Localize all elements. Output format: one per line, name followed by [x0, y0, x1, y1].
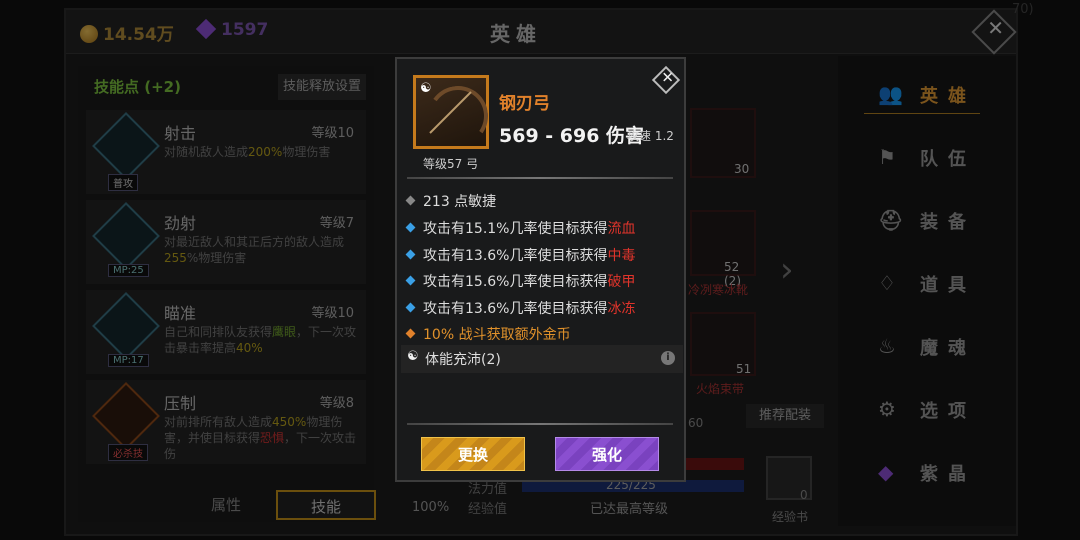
- item-damage: 569 - 696 伤害: [499, 125, 645, 147]
- yin-yang-icon: ☯: [420, 81, 432, 96]
- diamond-bullet-icon: [405, 275, 416, 286]
- yin-yang-icon: ☯: [407, 349, 419, 364]
- divider: [407, 177, 673, 179]
- item-effect: 攻击有15.6%几率使目标获得破甲: [405, 271, 635, 291]
- item-attack-speed: 攻速 1.2: [627, 129, 674, 143]
- diamond-bullet-icon: [405, 328, 416, 339]
- diamond-bullet-icon: [405, 249, 416, 260]
- set-bonus-row[interactable]: ☯ 体能充沛(2) i: [401, 345, 683, 373]
- upgrade-button[interactable]: 强化: [555, 437, 659, 471]
- item-level: 等级57 弓: [423, 157, 479, 171]
- swap-button[interactable]: 更换: [421, 437, 525, 471]
- diamond-bullet-icon: [405, 195, 416, 206]
- bow-icon: [423, 81, 493, 151]
- item-effect: 攻击有13.6%几率使目标获得中毒: [405, 245, 635, 265]
- item-stat: 213 点敏捷: [405, 191, 496, 211]
- item-effect: 攻击有15.1%几率使目标获得流血: [405, 218, 635, 238]
- item-name: 钢刃弓: [499, 94, 550, 114]
- info-icon[interactable]: i: [661, 351, 675, 365]
- divider: [407, 423, 673, 425]
- diamond-bullet-icon: [405, 222, 416, 233]
- set-bonus-label: 体能充沛(2): [425, 352, 501, 368]
- item-detail-popup: ✕ ☯ 等级57 弓 钢刃弓 569 - 696 伤害 攻速 1.2 213 点…: [395, 57, 686, 482]
- close-popup-button[interactable]: ✕: [651, 65, 681, 95]
- item-gold-bonus: 10% 战斗获取额外金币: [405, 324, 571, 344]
- item-icon-frame: ☯: [413, 75, 493, 151]
- close-icon: ✕: [661, 68, 674, 87]
- item-effect: 攻击有13.6%几率使目标获得冰冻: [405, 298, 635, 318]
- diamond-bullet-icon: [405, 302, 416, 313]
